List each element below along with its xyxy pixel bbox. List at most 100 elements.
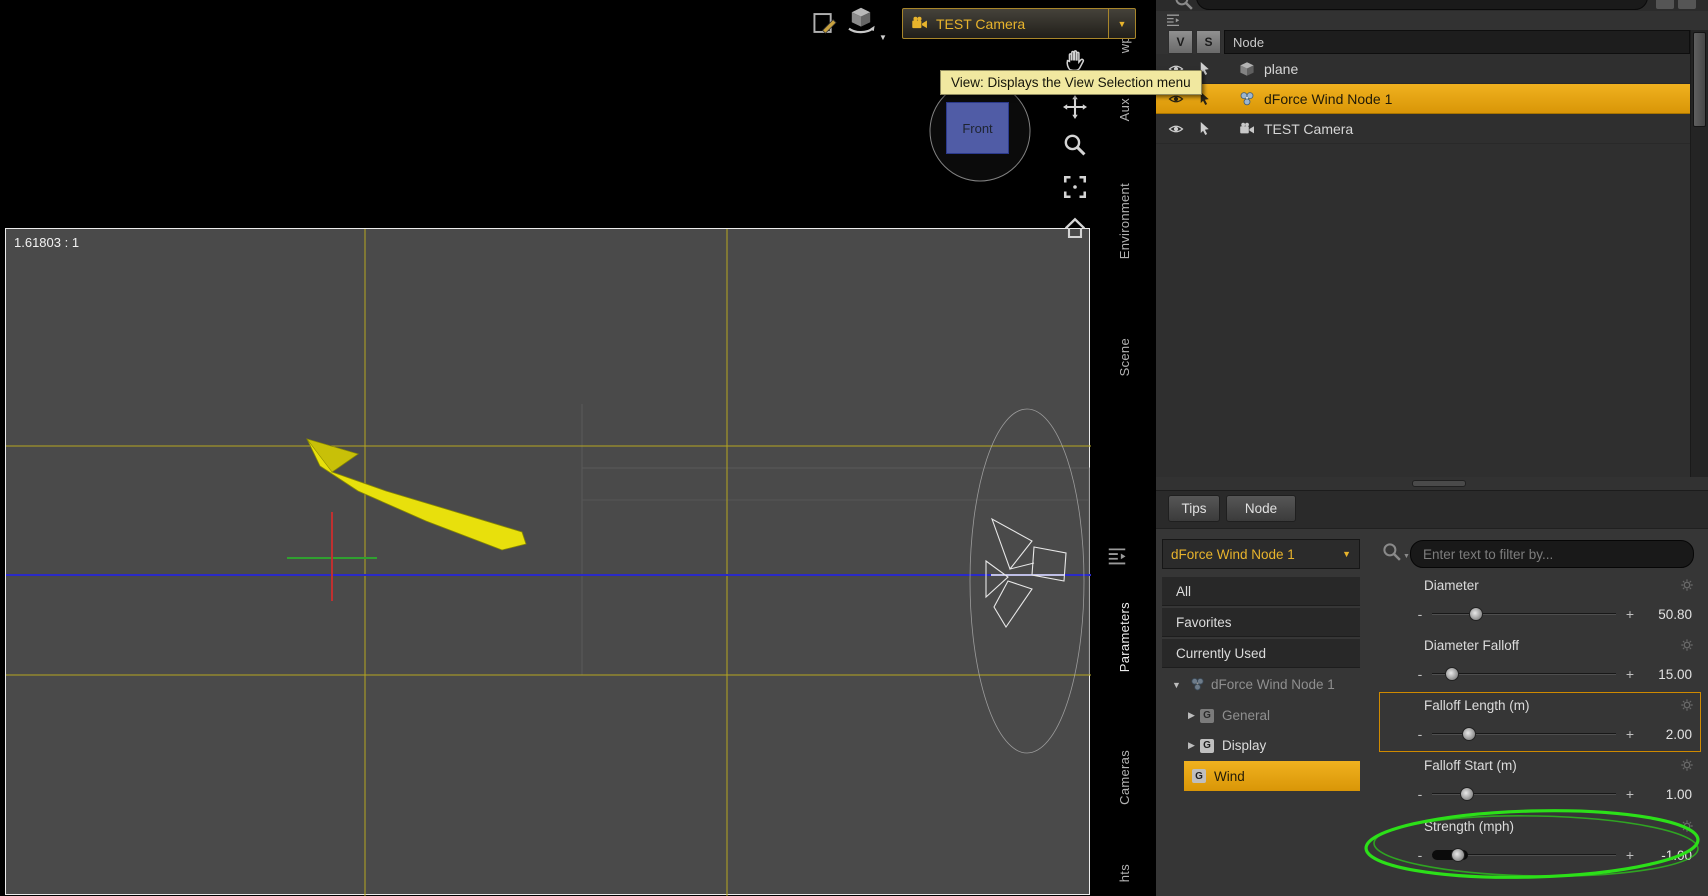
node-selector-label: dForce Wind Node 1 (1171, 546, 1295, 562)
slider-increment-button[interactable]: + (1624, 723, 1636, 745)
filter-option-button[interactable] (1656, 0, 1674, 9)
param-group-favorites[interactable]: Favorites (1162, 608, 1360, 637)
pane-menu-icon[interactable] (1164, 12, 1182, 28)
tab-node[interactable]: Node (1226, 495, 1296, 522)
aspect-ratio-label: 1.61803 : 1 (14, 235, 80, 250)
slider-increment-button[interactable]: + (1624, 783, 1636, 805)
slider-decrement-button[interactable]: - (1414, 603, 1426, 625)
slider-track[interactable] (1432, 606, 1616, 622)
slider-handle[interactable] (1459, 787, 1474, 801)
slider-track[interactable] (1432, 726, 1616, 742)
param-falloff-length: Falloff Length (m) - + 2.00 (1379, 692, 1701, 752)
slider-decrement-button[interactable]: - (1414, 723, 1426, 745)
camera-selector[interactable]: TEST Camera ▼ (902, 8, 1136, 39)
wind-node-gizmo[interactable] (969, 408, 1085, 754)
chevron-down-icon[interactable]: ▼ (879, 33, 887, 42)
scene-item-test-camera[interactable]: TEST Camera (1156, 114, 1690, 144)
slider-increment-button[interactable]: + (1624, 603, 1636, 625)
slider-decrement-button[interactable]: - (1414, 844, 1426, 866)
tree-item-label: General (1222, 708, 1271, 723)
node-selector-dropdown[interactable]: dForce Wind Node 1 ▼ (1162, 539, 1360, 569)
slider-value[interactable]: 2.00 (1636, 727, 1692, 742)
column-selectable-button[interactable]: S (1196, 30, 1221, 54)
gear-icon[interactable] (1680, 819, 1694, 833)
search-icon[interactable] (1174, 0, 1194, 11)
parameter-filter-input[interactable]: Enter text to filter by... (1410, 540, 1694, 568)
cursor-select-icon[interactable] (1197, 121, 1212, 136)
gear-icon[interactable] (1680, 578, 1694, 592)
wind-node-icon (1239, 91, 1255, 107)
tab-cameras[interactable]: Cameras (1117, 750, 1132, 805)
scene-item-label[interactable]: dForce Wind Node 1 (1264, 91, 1392, 107)
orbit-cube-icon[interactable] (845, 3, 877, 35)
slider-handle[interactable] (1461, 727, 1476, 741)
slider-handle[interactable] (1450, 848, 1465, 862)
tab-tips[interactable]: Tips (1168, 495, 1220, 522)
tab-lights[interactable]: hts (1117, 864, 1132, 882)
gear-icon[interactable] (1680, 638, 1694, 652)
param-label: Strength (mph) (1424, 819, 1515, 834)
chevron-down-icon[interactable]: ▼ (1172, 680, 1184, 690)
scene-scrollbar[interactable] (1690, 30, 1708, 477)
search-icon[interactable] (1382, 542, 1402, 562)
view-cube-front-face[interactable]: Front (946, 102, 1009, 154)
chevron-right-icon[interactable]: ▶ (1188, 710, 1200, 721)
scene-edit-icon[interactable] (812, 10, 838, 36)
tree-item-general[interactable]: ▶ G General (1162, 701, 1360, 730)
pane-menu-icon[interactable] (1106, 545, 1128, 567)
parameter-tree-root[interactable]: ▼ dForce Wind Node 1 (1162, 670, 1360, 699)
tree-item-display[interactable]: ▶ G Display (1162, 731, 1360, 760)
tab-environment[interactable]: Environment (1117, 183, 1132, 259)
column-visible-button[interactable]: V (1168, 30, 1193, 54)
slider-handle[interactable] (1469, 607, 1484, 621)
scrollbar-handle[interactable] (1693, 32, 1706, 127)
mesh-cube-icon (1239, 61, 1255, 77)
scene-filter-input[interactable] (1196, 0, 1648, 10)
param-falloff-start: Falloff Start (m) - + 1.00 (1380, 753, 1700, 811)
column-node-header[interactable]: Node (1224, 30, 1690, 54)
right-dock-panel: V S Node plane dForce Wind Node 1 TEST C… (1156, 0, 1708, 896)
viewport-3d-view[interactable]: 1.61803 : 1 (5, 228, 1091, 896)
pan-hand-icon[interactable] (1063, 48, 1087, 72)
scene-item-dforce-wind-node[interactable]: dForce Wind Node 1 (1156, 84, 1690, 114)
chevron-right-icon[interactable]: ▶ (1188, 740, 1200, 751)
scene-item-label[interactable]: plane (1264, 61, 1298, 77)
viewport-canvas[interactable] (6, 229, 1091, 896)
tree-item-label: Wind (1214, 768, 1245, 784)
param-label: Diameter Falloff (1424, 638, 1520, 653)
eye-icon[interactable] (1168, 121, 1184, 137)
scene-filter-sliver (1156, 0, 1708, 11)
chevron-down-icon[interactable]: ▼ (1109, 19, 1135, 29)
chevron-down-icon[interactable]: ▼ (1403, 553, 1410, 560)
slider-track[interactable] (1432, 847, 1616, 863)
slider-decrement-button[interactable]: - (1414, 663, 1426, 685)
param-group-all[interactable]: All (1162, 577, 1360, 606)
slider-track[interactable] (1432, 666, 1616, 682)
scene-item-plane[interactable]: plane (1156, 54, 1690, 84)
filter-option-button[interactable] (1678, 0, 1696, 9)
slider-decrement-button[interactable]: - (1414, 783, 1426, 805)
scene-item-label[interactable]: TEST Camera (1264, 121, 1353, 137)
frame-view-icon[interactable] (1063, 175, 1087, 199)
move-cross-icon[interactable] (1063, 95, 1087, 119)
tab-aux-viewport[interactable]: Aux (1117, 98, 1132, 121)
gear-icon[interactable] (1680, 758, 1694, 772)
splitter-handle[interactable] (1412, 480, 1466, 487)
slider-value[interactable]: 15.00 (1636, 667, 1692, 682)
slider-value[interactable]: 1.00 (1636, 787, 1692, 802)
slider-value[interactable]: 50.80 (1636, 607, 1692, 622)
tab-parameters[interactable]: Parameters (1117, 602, 1132, 672)
gear-icon[interactable] (1680, 698, 1694, 712)
slider-increment-button[interactable]: + (1624, 663, 1636, 685)
param-group-currently-used[interactable]: Currently Used (1162, 639, 1360, 668)
zoom-magnifier-icon[interactable] (1063, 133, 1087, 157)
tree-item-wind[interactable]: G Wind (1184, 761, 1360, 791)
slider-handle[interactable] (1445, 667, 1460, 681)
slider-track[interactable] (1432, 786, 1616, 802)
slider-value[interactable]: -1.00 (1636, 848, 1692, 863)
tab-scene[interactable]: Scene (1117, 338, 1132, 376)
param-strength: Strength (mph) - + -1.00 (1380, 814, 1700, 872)
slider-increment-button[interactable]: + (1624, 844, 1636, 866)
home-view-icon[interactable] (1063, 216, 1087, 240)
bottom-pane-tabbar: Tips Node (1156, 490, 1708, 528)
